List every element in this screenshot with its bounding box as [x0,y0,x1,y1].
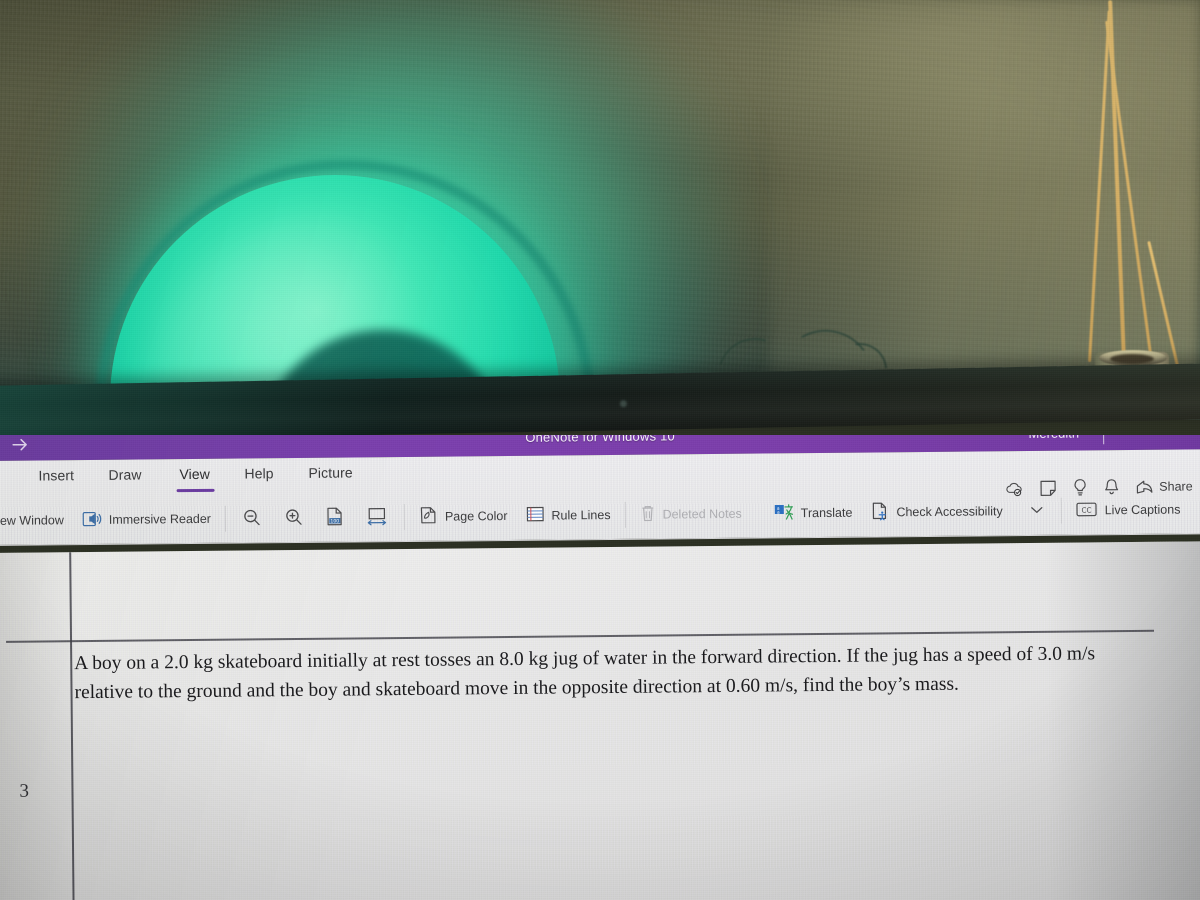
closed-caption-icon: CC [1076,501,1098,520]
tab-insert[interactable]: Insert [38,467,74,483]
chevron-down-icon [1029,503,1045,518]
rule-lines-icon [525,506,544,526]
ribbon-command-row: New Window Immersive Reader 100 Page Col… [0,485,1200,545]
page-shadow-right [1045,541,1200,900]
immersive-reader-icon [82,509,102,530]
page-width-icon [366,506,388,529]
page-color-button[interactable]: Page Color [410,499,517,534]
page-color-label: Page Color [444,508,508,524]
check-accessibility-button[interactable]: Check Accessibility [861,494,1012,529]
note-page-canvas[interactable]: 3 A boy on a 2.0 kg skateboard initially… [0,541,1200,900]
live-captions-label: Live Captions [1104,502,1181,518]
zoom-in-button[interactable] [273,501,315,535]
page-texture [0,541,1200,900]
question-number: 3 [19,780,30,802]
deleted-notes-label: Deleted Notes [662,506,742,522]
zoom-out-icon [242,507,262,530]
check-accessibility-label: Check Accessibility [896,504,1003,520]
rule-lines-button[interactable]: Rule Lines [516,498,619,533]
translate-icon: a a [774,502,794,524]
monitor-screen: OneNote for Windows 10 Meredith me Inser… [0,435,1200,900]
tab-active-indicator [176,488,215,493]
zoom-100-button[interactable]: 100 [315,500,355,534]
question-text[interactable]: A boy on a 2.0 kg skateboard initially a… [74,640,1156,707]
ribbon-divider [224,505,227,532]
translate-button[interactable]: a a Translate [765,496,862,531]
page-color-icon [419,506,438,528]
zoom-in-icon [284,506,304,529]
live-captions-button[interactable]: CC Live Captions [1067,492,1190,527]
new-window-label: New Window [0,513,64,528]
new-window-button[interactable]: New Window [0,503,73,538]
room-background [0,0,1200,420]
translate-label: Translate [800,505,853,521]
screenshot-root: OneNote for Windows 10 Meredith me Inser… [0,0,1200,900]
deleted-notes-button[interactable]: Deleted Notes [630,497,751,532]
zoom-100-icon: 100 [326,506,344,529]
tab-picture[interactable]: Picture [308,464,352,480]
page-shadow-left [0,552,81,900]
app-title: OneNote for Windows 10 [525,435,675,445]
immersive-reader-button[interactable]: Immersive Reader [73,502,220,537]
ribbon-overflow-button[interactable] [1018,494,1056,528]
tab-help[interactable]: Help [244,465,273,481]
account-name[interactable]: Meredith [1028,435,1079,441]
zoom-out-button[interactable] [231,501,273,535]
immersive-reader-label: Immersive Reader [108,511,212,527]
page-width-button[interactable] [355,500,399,534]
tab-draw[interactable]: Draw [108,467,141,483]
svg-text:CC: CC [1081,505,1091,514]
bezel-led-icon [619,400,627,408]
rgb-lamp [0,0,1200,400]
trash-icon [639,504,655,525]
ribbon-divider [1060,497,1062,524]
svg-text:100: 100 [330,518,339,524]
rule-lines-label: Rule Lines [551,508,611,523]
titlebar-divider [1103,435,1105,445]
reed-diffuser-opening [1110,354,1154,364]
svg-text:a: a [777,511,780,516]
check-accessibility-icon [870,501,889,523]
tab-view[interactable]: View [179,466,210,482]
ribbon: me Insert Draw View Help Picture [0,449,1200,546]
ribbon-divider [624,501,626,528]
ribbon-divider [403,503,406,530]
